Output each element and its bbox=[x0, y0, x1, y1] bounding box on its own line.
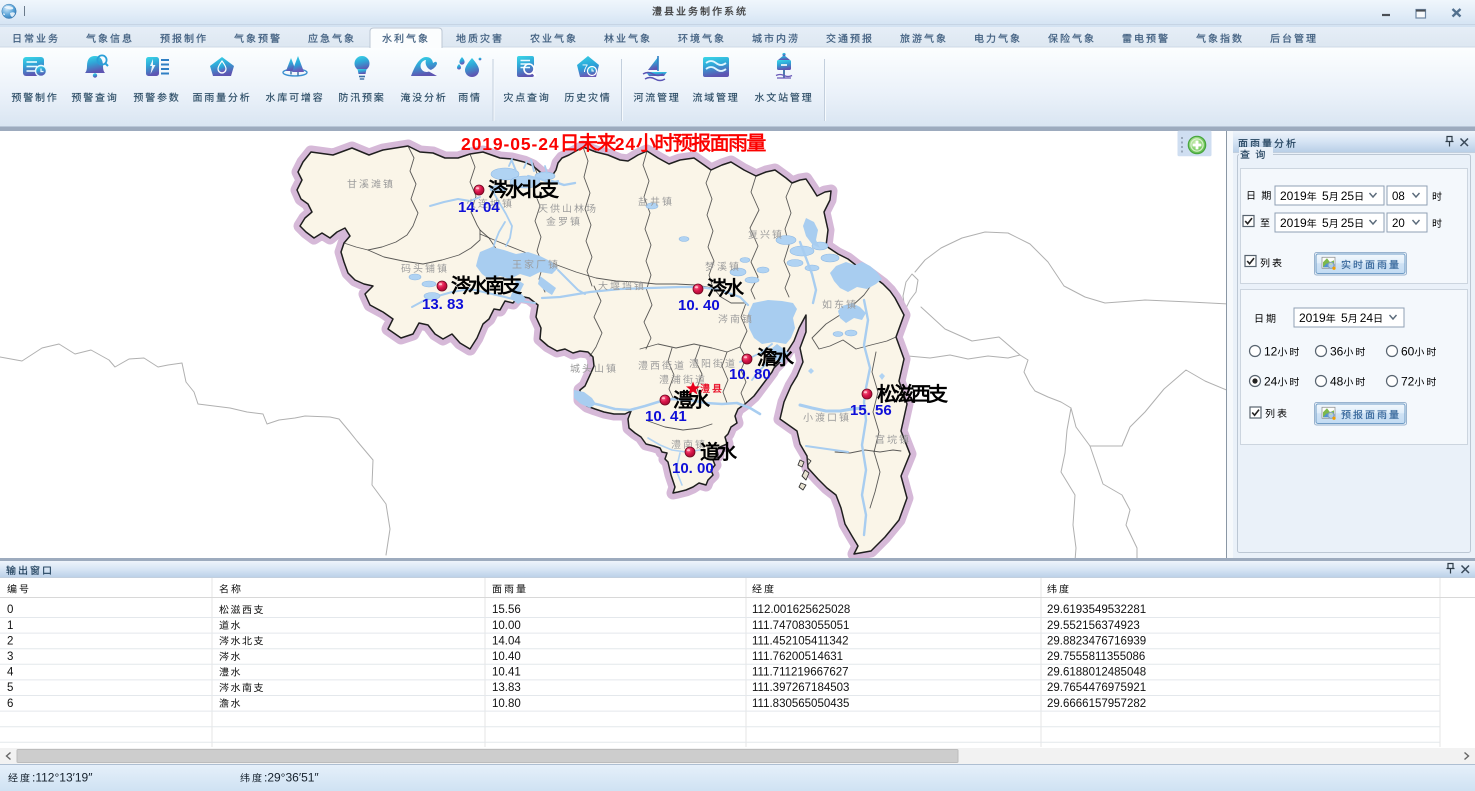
svg-text:5: 5 bbox=[1338, 311, 1348, 325]
svg-text:7: 7 bbox=[582, 63, 588, 75]
svg-text:10.41: 10.41 bbox=[492, 667, 521, 679]
svg-text:12: 12 bbox=[1264, 345, 1278, 359]
svg-text:14.04: 14.04 bbox=[492, 635, 521, 647]
svg-text:36: 36 bbox=[1330, 345, 1344, 359]
svg-text:10.40: 10.40 bbox=[492, 651, 521, 663]
svg-text:13. 83: 13. 83 bbox=[422, 296, 464, 313]
svg-text:1: 1 bbox=[7, 620, 13, 632]
svg-text::112°13′19″: :112°13′19″ bbox=[32, 771, 93, 785]
svg-text:29.7654476975921: 29.7654476975921 bbox=[1047, 682, 1146, 694]
svg-text:29.6666157957282: 29.6666157957282 bbox=[1047, 698, 1146, 710]
svg-text:15. 56: 15. 56 bbox=[850, 402, 892, 419]
svg-text:25: 25 bbox=[1341, 216, 1355, 230]
svg-text:60: 60 bbox=[1401, 345, 1415, 359]
svg-text:24: 24 bbox=[1264, 375, 1278, 389]
svg-text:24: 24 bbox=[1360, 311, 1374, 325]
svg-text:2019-05-24: 2019-05-24 bbox=[461, 134, 560, 154]
svg-text:10. 80: 10. 80 bbox=[729, 366, 771, 383]
svg-text:5: 5 bbox=[7, 682, 13, 694]
svg-text:10. 40: 10. 40 bbox=[678, 297, 720, 314]
svg-text:111.830565050435: 111.830565050435 bbox=[752, 698, 849, 710]
svg-text:13.83: 13.83 bbox=[492, 682, 521, 694]
svg-text:48: 48 bbox=[1330, 375, 1344, 389]
svg-text:29.6193549532281: 29.6193549532281 bbox=[1047, 604, 1146, 616]
svg-text:6: 6 bbox=[7, 698, 13, 710]
svg-text:29.7555811355086: 29.7555811355086 bbox=[1047, 651, 1145, 663]
svg-text::29°36′51″: :29°36′51″ bbox=[264, 771, 319, 785]
svg-text:10.00: 10.00 bbox=[492, 620, 521, 632]
svg-text:2019: 2019 bbox=[1280, 216, 1307, 230]
svg-text:5: 5 bbox=[1319, 216, 1329, 230]
svg-text:29.6188012485048: 29.6188012485048 bbox=[1047, 667, 1146, 679]
svg-text:15.56: 15.56 bbox=[492, 604, 521, 616]
svg-text:14. 04: 14. 04 bbox=[458, 199, 500, 216]
svg-text:111.452105411342: 111.452105411342 bbox=[752, 635, 849, 647]
svg-text:111.76200514631: 111.76200514631 bbox=[752, 651, 843, 663]
svg-text:10. 00: 10. 00 bbox=[672, 460, 714, 477]
svg-text:2019: 2019 bbox=[1280, 189, 1307, 203]
svg-text:24: 24 bbox=[615, 134, 636, 154]
svg-text:2: 2 bbox=[7, 635, 13, 647]
svg-text:20: 20 bbox=[1392, 218, 1405, 230]
svg-text:10. 41: 10. 41 bbox=[645, 408, 687, 425]
svg-text:5: 5 bbox=[1319, 189, 1329, 203]
svg-text:4: 4 bbox=[7, 667, 14, 679]
svg-text:112.001625625028: 112.001625625028 bbox=[752, 604, 850, 616]
svg-text:08: 08 bbox=[1392, 191, 1405, 203]
svg-text:111.711219667627: 111.711219667627 bbox=[752, 667, 849, 679]
svg-text:10.80: 10.80 bbox=[492, 698, 521, 710]
svg-text:0: 0 bbox=[7, 604, 13, 616]
svg-text:25: 25 bbox=[1341, 189, 1355, 203]
svg-text:29.8823476716939: 29.8823476716939 bbox=[1047, 635, 1146, 647]
svg-text:111.397267184503: 111.397267184503 bbox=[752, 682, 849, 694]
svg-text:72: 72 bbox=[1401, 375, 1415, 389]
svg-text:29.552156374923: 29.552156374923 bbox=[1047, 620, 1140, 632]
svg-text:2019: 2019 bbox=[1299, 311, 1326, 325]
svg-text:111.747083055051: 111.747083055051 bbox=[752, 620, 849, 632]
svg-text:3: 3 bbox=[7, 651, 13, 663]
